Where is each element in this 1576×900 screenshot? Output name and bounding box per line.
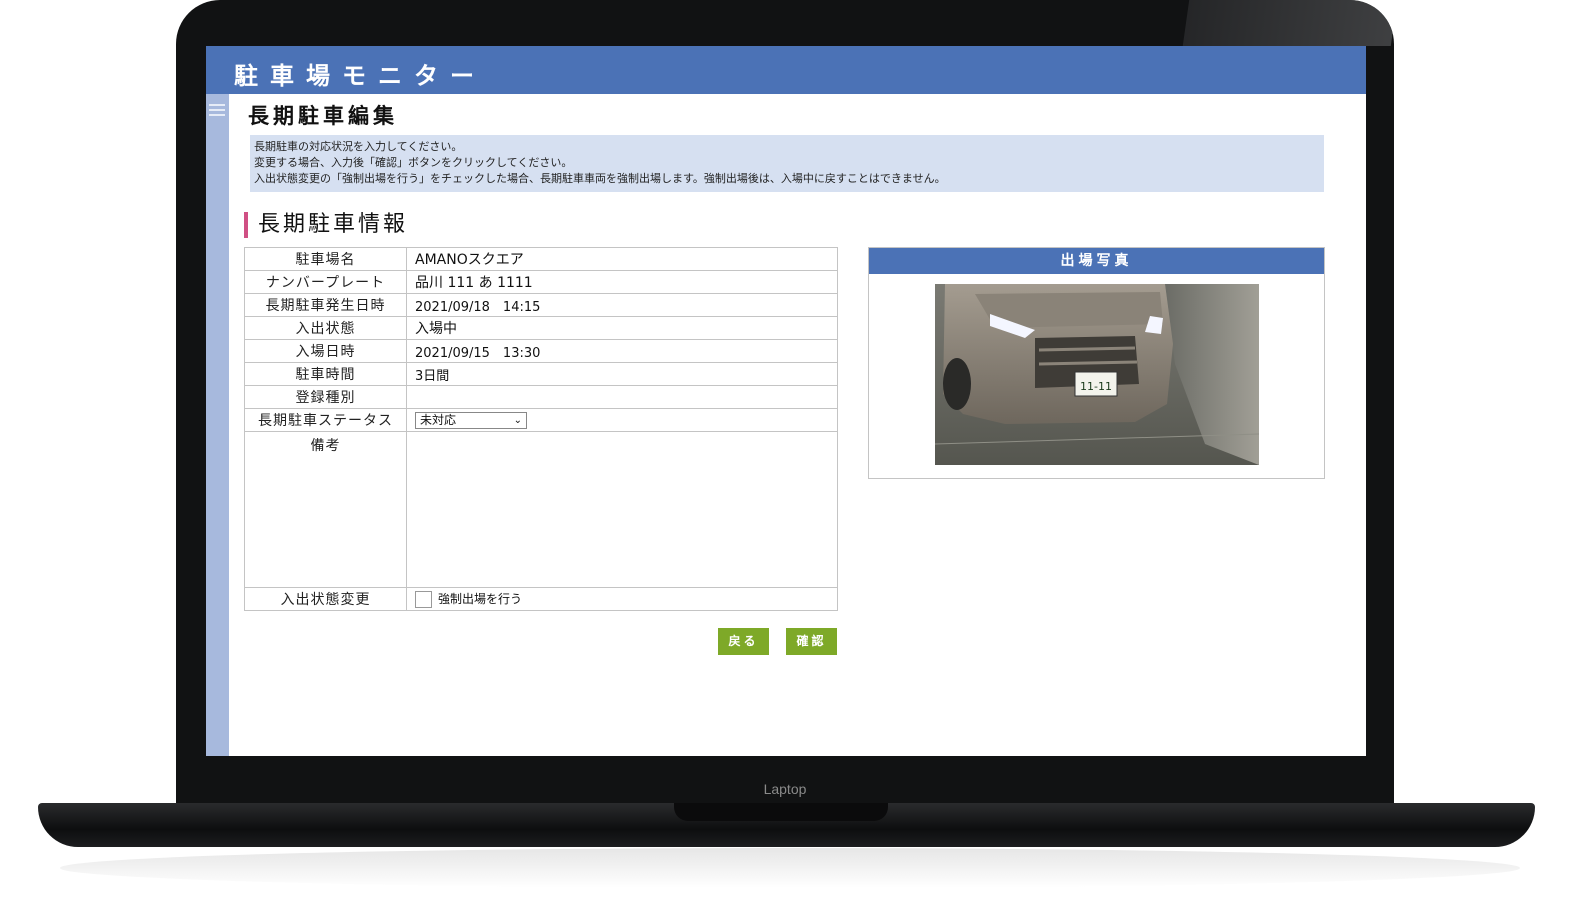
table-row: ナンバープレート 品川 111 あ 1111 bbox=[244, 270, 838, 294]
long-parking-datetime-value: 2021/09/18 14:15 bbox=[406, 293, 838, 317]
license-plate-value: 品川 111 あ 1111 bbox=[406, 270, 838, 294]
table-row: 駐車場名 AMANOスクエア bbox=[244, 247, 838, 271]
instruction-line: 変更する場合、入力後「確認」ボタンをクリックしてください。 bbox=[254, 156, 573, 169]
parking-duration-value: 3日間 bbox=[406, 362, 838, 386]
hamburger-menu-icon[interactable] bbox=[209, 104, 225, 118]
table-row: 入場日時 2021/09/15 13:30 bbox=[244, 339, 838, 363]
instruction-line: 長期駐車の対応状況を入力してください。 bbox=[254, 140, 463, 153]
laptop-brand-label: Laptop bbox=[763, 781, 807, 797]
row-label: 登録種別 bbox=[244, 385, 407, 409]
table-row: 備考 bbox=[244, 431, 838, 588]
chevron-down-icon: ⌄ bbox=[513, 414, 522, 426]
table-row: 長期駐車発生日時 2021/09/18 14:15 bbox=[244, 293, 838, 317]
exit-photo-panel: 出場写真 11-11 bbox=[868, 247, 1325, 479]
status-select[interactable]: 未対応 ⌄ bbox=[415, 411, 527, 429]
row-label: 入場日時 bbox=[244, 339, 407, 363]
table-row: 入出状態変更 強制出場を行う bbox=[244, 587, 838, 611]
row-label: 長期駐車ステータス bbox=[244, 408, 407, 432]
entry-datetime-value: 2021/09/15 13:30 bbox=[406, 339, 838, 363]
force-exit-label: 強制出場を行う bbox=[438, 592, 523, 606]
row-label: 入出状態変更 bbox=[244, 587, 407, 611]
row-label: 長期駐車発生日時 bbox=[244, 293, 407, 317]
instruction-box: 長期駐車の対応状況を入力してください。 変更する場合、入力後「確認」ボタンをクリ… bbox=[250, 135, 1324, 192]
row-label: 備考 bbox=[244, 431, 407, 588]
force-exit-cell: 強制出場を行う bbox=[406, 587, 838, 611]
remarks-textarea[interactable] bbox=[406, 431, 838, 588]
entry-exit-state-value: 入場中 bbox=[406, 316, 838, 340]
laptop-shadow bbox=[60, 848, 1520, 888]
row-label: 入出状態 bbox=[244, 316, 407, 340]
parking-detail-table: 駐車場名 AMANOスクエア ナンバープレート 品川 111 あ 1111 長期… bbox=[244, 247, 838, 611]
back-button[interactable]: 戻る bbox=[718, 628, 769, 655]
table-row: 入出状態 入場中 bbox=[244, 316, 838, 340]
status-cell: 未対応 ⌄ bbox=[406, 408, 838, 432]
force-exit-checkbox[interactable] bbox=[415, 591, 432, 608]
exit-photo-title: 出場写真 bbox=[869, 248, 1324, 274]
status-select-value: 未対応 bbox=[420, 412, 457, 427]
row-label: ナンバープレート bbox=[244, 270, 407, 294]
row-label: 駐車時間 bbox=[244, 362, 407, 386]
app-title: 駐車場モニター bbox=[234, 62, 486, 90]
section-heading: 長期駐車情報 bbox=[244, 212, 408, 238]
sidebar bbox=[206, 94, 229, 756]
table-row: 駐車時間 3日間 bbox=[244, 362, 838, 386]
row-label: 駐車場名 bbox=[244, 247, 407, 271]
table-row: 登録種別 bbox=[244, 385, 838, 409]
car-exit-photo: 11-11 bbox=[935, 284, 1259, 465]
photo-plate-text: 11-11 bbox=[1080, 380, 1112, 393]
app-screen: 駐車場モニター 長期駐車編集 長期駐車の対応状況を入力してください。 変更する場… bbox=[206, 46, 1366, 756]
confirm-button[interactable]: 確認 bbox=[786, 628, 837, 655]
table-row: 長期駐車ステータス 未対応 ⌄ bbox=[244, 408, 838, 432]
registration-type-value bbox=[406, 385, 838, 409]
app-header: 駐車場モニター bbox=[206, 46, 1366, 94]
laptop-notch bbox=[674, 803, 888, 821]
page-title: 長期駐車編集 bbox=[248, 104, 398, 128]
parking-name-value: AMANOスクエア bbox=[406, 247, 838, 271]
lid-reflection bbox=[1182, 0, 1394, 46]
instruction-line: 入出状態変更の「強制出場を行う」をチェックした場合、長期駐車車両を強制出場します… bbox=[254, 172, 946, 185]
